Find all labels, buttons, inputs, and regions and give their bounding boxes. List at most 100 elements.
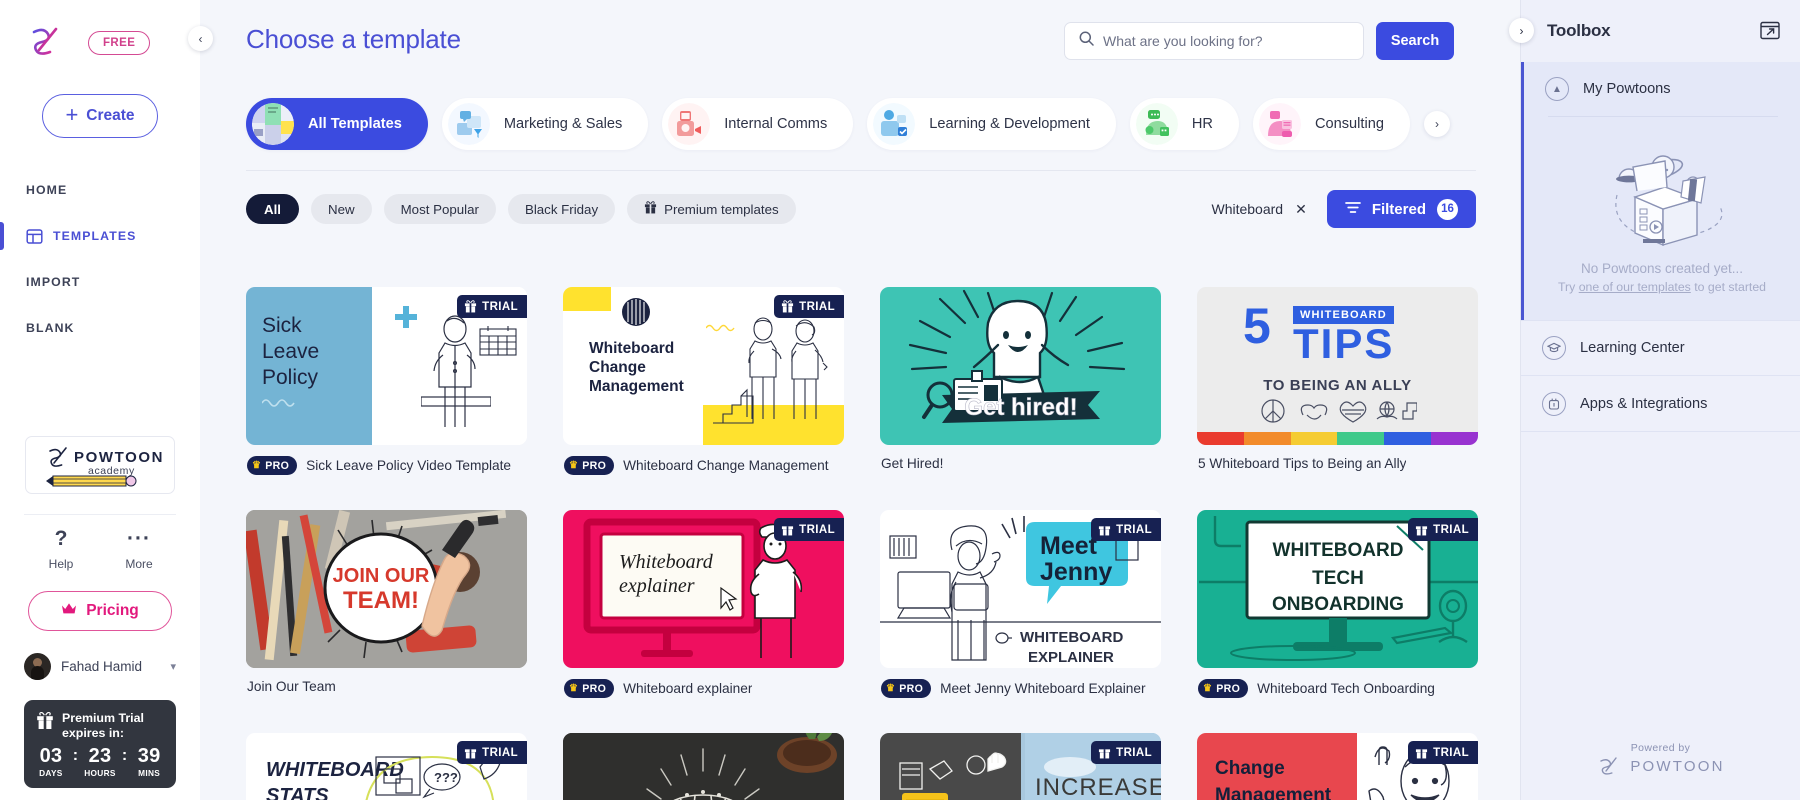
template-card[interactable]: WHITEBOARD TECH ONBOARDING TRIAL ♛ PRO W… [1197,510,1478,698]
tab-learning-development[interactable]: Learning & Development [867,98,1116,150]
toolbox-item-apps-integrations[interactable]: Apps & Integrations [1521,376,1800,432]
filter-chip-new[interactable]: New [311,194,372,224]
toolbox-item-learning-center[interactable]: Learning Center [1521,320,1800,376]
tab-label: Consulting [1314,116,1384,132]
template-title: Whiteboard Tech Onboarding [1257,681,1435,696]
more-button[interactable]: ··· More [118,528,160,571]
hr-icon [1135,103,1178,145]
template-thumbnail[interactable]: Get hired! [880,287,1161,445]
svg-text:TEAM!: TEAM! [343,587,419,614]
categories-next-button[interactable]: › [1423,111,1450,137]
search-box[interactable] [1064,22,1364,60]
template-card[interactable]: Whiteboard Change Management TRIAL ♛ PRO… [563,287,844,475]
search-button[interactable]: Search [1376,22,1454,60]
search-input[interactable] [1103,33,1349,49]
powtoon-logo-icon[interactable] [26,26,66,60]
tab-marketing-sales[interactable]: Marketing & Sales [441,98,649,150]
create-button[interactable]: + Create [42,94,158,138]
empty-state-link[interactable]: one of our templates [1579,280,1691,294]
template-thumbnail[interactable]: 5 WHITEBOARD TIPS TO BEING AN ALLY [1197,287,1478,445]
toolbox-collapse-button[interactable]: › [1509,18,1534,43]
sidebar-item-templates[interactable]: TEMPLATES [0,220,200,252]
tab-consulting[interactable]: Consulting [1252,98,1410,150]
trial-badge: TRIAL [774,518,844,541]
gift-icon [1415,746,1428,759]
trial-badge: TRIAL [1091,741,1161,764]
pricing-label: Pricing [86,602,139,619]
sidebar-item-import[interactable]: IMPORT [0,266,200,298]
user-menu[interactable]: Fahad Hamid ▾ [24,653,176,680]
search-area: Search [1064,22,1454,60]
template-card[interactable]: Sick Leave Policy TRIAL ♛ PRO Sick Leave… [246,287,527,475]
template-thumbnail[interactable]: Whiteboard Change Management TRIAL [563,287,844,445]
template-thumbnail[interactable]: JOIN OUR TEAM! [246,510,527,668]
template-card[interactable]: 85% INCREASE BRAND [880,733,1161,800]
sidebar-nav: HOME TEMPLATES IMPORT BLANK [0,174,200,344]
filter-chip-premium-templates[interactable]: Premium templates [627,194,796,224]
template-thumbnail[interactable]: Whiteboard explainer TRIAL [563,510,844,668]
open-external-icon[interactable] [1760,21,1782,41]
template-card[interactable]: Get hired! Get Hired! [880,287,1161,475]
template-thumbnail[interactable]: 85% INCREASE BRAND [880,733,1161,800]
sidebar-item-blank[interactable]: BLANK [0,312,200,344]
countdown-mins-label: MINS [138,768,161,778]
learning-development-icon [873,103,916,145]
pro-badge-label: PRO [899,682,924,695]
page-title: Choose a template [246,24,461,54]
thumb-text: Get hired! [964,394,1077,421]
countdown-days: 03 DAYS [32,745,70,779]
countdown-mins-value: 39 [137,745,161,767]
graduation-cap-icon [1542,336,1566,360]
tab-internal-comms[interactable]: Internal Comms [662,98,854,150]
svg-text:EXPLAINER: EXPLAINER [1028,649,1114,666]
rainbow-bar [1197,432,1478,445]
my-powtoons-header[interactable]: ▲ My Powtoons [1524,62,1800,116]
gift-icon [781,300,794,313]
template-card[interactable]: 5 WHITEBOARD TIPS TO BEING AN ALLY 5 Whi… [1197,287,1478,475]
template-meta: Get Hired! [880,456,1161,471]
template-card[interactable]: Meet Jenny WHITEBOARD EXPLAINER TRIAL ♛ … [880,510,1161,698]
countdown-hours: 23 HOURS [81,746,119,779]
sidebar-collapse-button[interactable]: ‹ [188,26,213,51]
filter-chip-all[interactable]: All [246,194,299,224]
filter-chip-black-friday[interactable]: Black Friday [507,194,616,224]
template-card[interactable]: JOIN OUR TEAM! Join Our Team [246,510,527,698]
trial-badge: TRIAL [1408,518,1478,541]
template-thumbnail[interactable]: Sick Leave Policy TRIAL [246,287,527,445]
trial-badge-label: TRIAL [482,746,518,759]
avatar [24,653,51,680]
tab-all-templates[interactable]: All Templates [246,98,428,150]
countdown-days-value: 03 [39,745,63,767]
close-icon[interactable]: ✕ [1295,201,1307,218]
template-card[interactable] [563,733,844,800]
pricing-button[interactable]: Pricing [28,591,172,631]
template-thumbnail[interactable] [563,733,844,800]
thumb-text: Whiteboard Change Management [589,340,684,395]
template-meta: ♛ PRO Sick Leave Policy Video Template [246,456,527,475]
plug-icon [1542,391,1566,416]
thumb-text: JOIN OUR [333,565,430,587]
template-card[interactable]: WHITEBOARD STATS ABOUT ??? [246,733,527,800]
template-card[interactable]: Change Management FAQs [1197,733,1478,800]
plan-badge[interactable]: FREE [88,31,151,55]
filtered-button[interactable]: Filtered 16 [1326,190,1476,228]
template-thumbnail[interactable]: Meet Jenny WHITEBOARD EXPLAINER TRIAL [880,510,1161,668]
pro-badge: ♛ PRO [1198,679,1249,698]
sidebar-divider [24,514,176,515]
template-card[interactable]: Whiteboard explainer TRIAL ♛ PRO Whitebo… [563,510,844,698]
gift-icon [464,300,477,313]
filter-chip-most-popular[interactable]: Most Popular [383,194,496,224]
powtoon-academy-card[interactable]: POWTOON academy [25,436,175,494]
consulting-icon [1258,103,1301,145]
tab-hr[interactable]: HR [1129,98,1239,150]
sidebar-item-home[interactable]: HOME [0,174,200,206]
help-button[interactable]: ? Help [40,528,82,571]
powered-by: Powered by POWTOON [1521,742,1800,776]
template-thumbnail[interactable]: WHITEBOARD TECH ONBOARDING TRIAL [1197,510,1478,668]
gift-icon [1415,523,1428,536]
template-thumbnail[interactable]: WHITEBOARD STATS ABOUT ??? [246,733,527,800]
template-thumbnail[interactable]: Change Management FAQs [1197,733,1478,800]
trial-badge-label: TRIAL [1433,746,1469,759]
active-filter-whiteboard[interactable]: Whiteboard ✕ [1211,201,1306,218]
thumb-text: Meet [1040,532,1098,560]
